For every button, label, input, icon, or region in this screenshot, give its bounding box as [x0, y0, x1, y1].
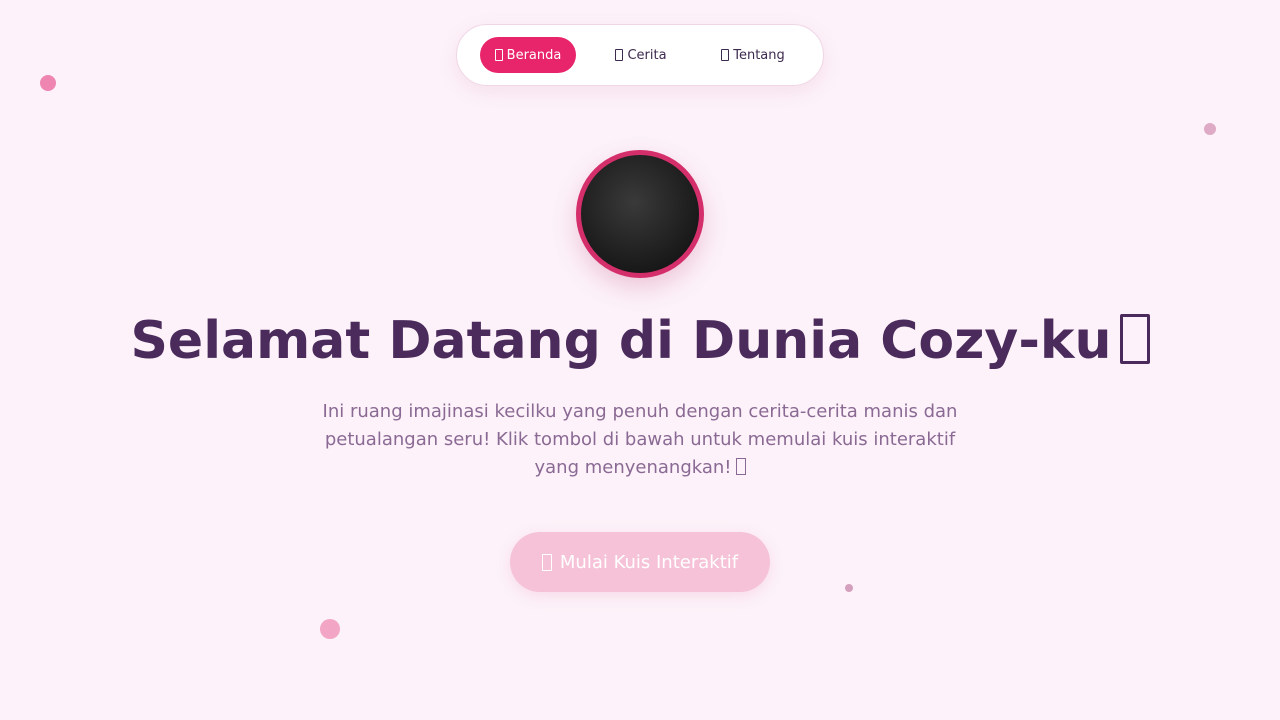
page-title: Selamat Datang di Dunia Cozy-ku	[0, 306, 1280, 376]
nav-item-label: Beranda	[506, 47, 562, 63]
nav-item-tentang[interactable]: Tentang	[709, 37, 797, 73]
nav-item-label: Cerita	[627, 47, 667, 63]
nav-item-cerita[interactable]: Cerita	[605, 37, 677, 73]
start-quiz-button[interactable]: Mulai Kuis Interaktif	[510, 532, 770, 592]
decorative-dot	[845, 584, 853, 592]
decorative-dot	[320, 619, 340, 639]
decorative-dot	[1204, 123, 1216, 135]
emoji-icon	[1119, 314, 1150, 364]
landing-page: Beranda Cerita Tentang Selamat Datang di…	[0, 0, 1280, 720]
decorative-dot	[40, 75, 56, 91]
book-icon	[615, 49, 624, 61]
start-quiz-label: Mulai Kuis Interaktif	[559, 551, 739, 573]
sparkle-icon	[541, 553, 552, 571]
main-nav: Beranda Cerita Tentang	[456, 24, 824, 86]
nav-item-label: Tentang	[733, 47, 785, 63]
emoji-icon	[735, 458, 746, 475]
nav-item-beranda[interactable]: Beranda	[480, 37, 576, 73]
home-icon	[494, 49, 503, 61]
hero-description-text: Ini ruang imajinasi kecilku yang penuh d…	[322, 401, 958, 478]
hero-description: Ini ruang imajinasi kecilku yang penuh d…	[300, 398, 980, 482]
avatar	[576, 150, 704, 278]
page-title-text: Selamat Datang di Dunia Cozy-ku	[130, 311, 1112, 371]
info-icon	[721, 49, 730, 61]
